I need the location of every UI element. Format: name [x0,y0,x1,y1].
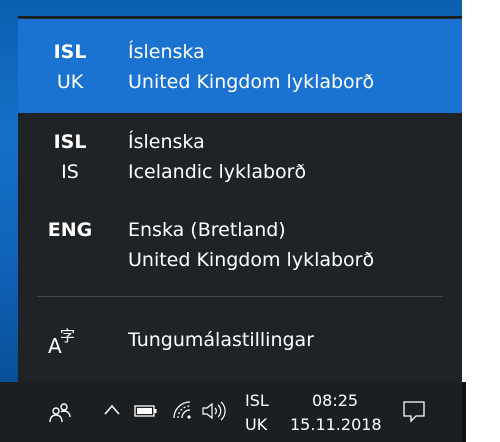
input-indicator[interactable]: ISL UK [240,388,276,438]
language-code: ISL UK [38,37,102,97]
people-icon[interactable] [48,400,72,424]
language-settings-link[interactable]: A 字 Tungumálastillingar [18,317,462,365]
clock-time: 08:25 [312,391,359,410]
flyout-divider [37,296,443,297]
language-names: Íslenska Icelandic lyklaborð [128,127,306,187]
language-names: Enska (Bretland) United Kingdom lyklabor… [128,215,374,275]
language-names: Íslenska United Kingdom lyklaborð [128,37,374,97]
clock[interactable]: 08:25 15.11.2018 [288,388,382,438]
language-region: IS [61,161,79,183]
screen-edge-bar [462,382,466,442]
clock-date: 15.11.2018 [290,415,382,434]
language-abbreviation: ISL [53,41,87,63]
language-settings-icon: A 字 [48,327,75,357]
input-indicator-region: UK [245,415,268,434]
wifi-icon[interactable] [171,399,193,421]
language-settings-label: Tungumálastillingar [128,329,315,351]
volume-icon[interactable] [201,401,227,421]
keyboard-name: United Kingdom lyklaborð [128,249,375,271]
language-option-eng[interactable]: ENG Enska (Bretland) United Kingdom lykl… [18,203,462,293]
screen-edge [462,382,500,442]
battery-icon[interactable] [134,403,158,419]
language-name: Íslenska [128,131,205,153]
language-abbreviation: ISL [53,131,87,153]
keyboard-name: United Kingdom lyklaborð [128,71,375,93]
language-code: ENG [38,215,102,245]
language-name: Íslenska [128,41,205,63]
input-indicator-language: ISL [245,391,269,410]
language-option-isl-uk[interactable]: ISL UK Íslenska United Kingdom lyklaborð [18,19,462,113]
input-language-flyout: ISL UK Íslenska United Kingdom lyklaborð… [18,18,462,382]
svg-text:字: 字 [60,327,75,345]
language-option-isl-is[interactable]: ISL IS Íslenska Icelandic lyklaborð [18,113,462,203]
language-name: Enska (Bretland) [128,219,286,241]
desktop-edge [462,0,500,382]
keyboard-name: Icelandic lyklaborð [128,161,307,183]
taskbar: ISL UK 08:25 15.11.2018 [0,382,462,442]
language-abbreviation: ENG [47,219,93,241]
language-region: UK [56,71,84,93]
notification-icon[interactable] [402,399,426,423]
language-code: ISL IS [38,127,102,187]
chevron-up-icon[interactable] [104,403,120,417]
